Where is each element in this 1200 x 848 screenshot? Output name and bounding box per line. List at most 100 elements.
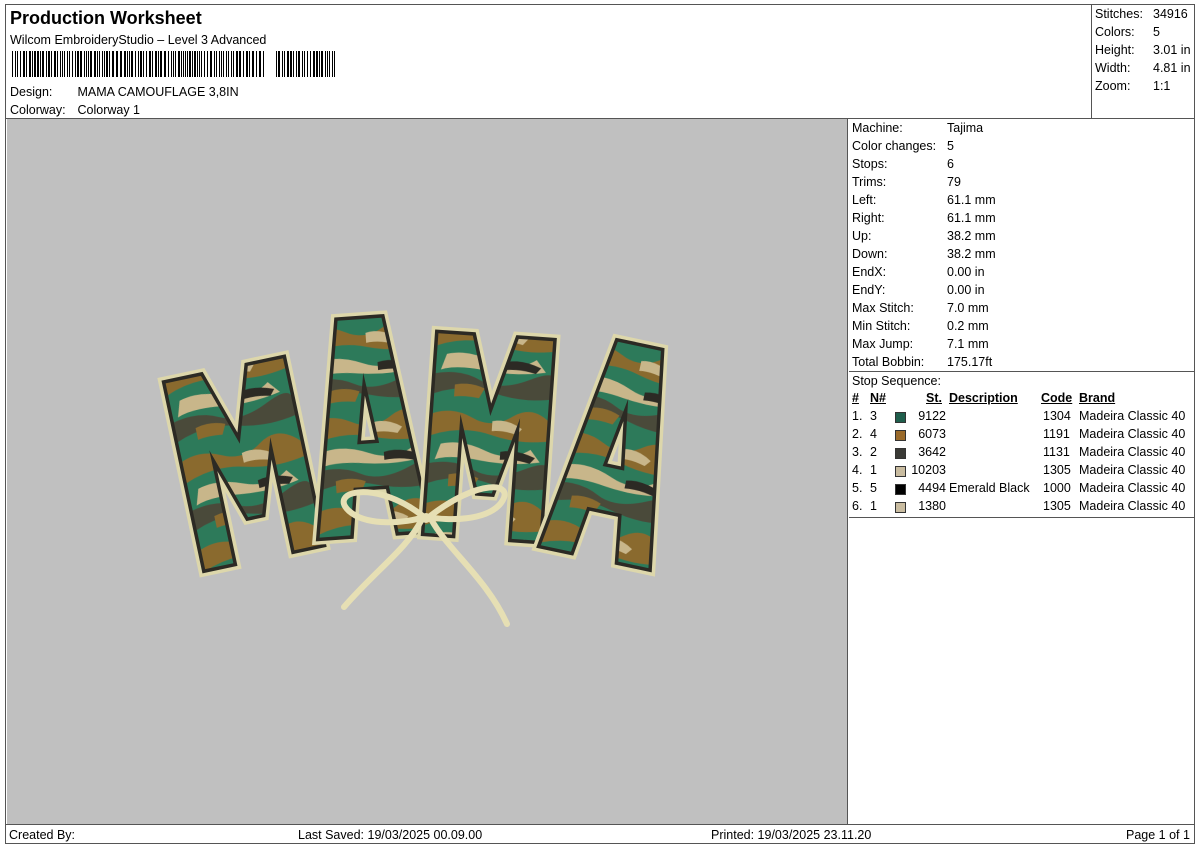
- property-label: Down:: [852, 247, 888, 261]
- barcode-bar: [168, 51, 169, 77]
- barcode-bar: [252, 51, 254, 77]
- stop-sequence-title: Stop Sequence:: [852, 374, 941, 388]
- barcode-bar: [334, 51, 335, 77]
- barcode-bar: [321, 51, 323, 77]
- footer: Created By: Last Saved: 19/03/2025 00.09…: [6, 824, 1194, 844]
- thread-code: 1305: [1043, 463, 1071, 477]
- barcode-bar: [175, 51, 176, 77]
- design-summary: Stitches: 34916 Colors: 5 Height: 3.01 in W…: [1092, 5, 1194, 118]
- stop-row: 1. 3 9122 1304 Madeira Classic 40: [849, 409, 1194, 427]
- col-header-stitches: St.: [926, 391, 942, 405]
- barcode-bar: [223, 51, 224, 77]
- property-row: Max Stitch: 7.0 mm: [852, 301, 989, 315]
- barcode-bar: [329, 51, 330, 77]
- barcode-bar: [75, 51, 76, 77]
- property-value: 38.2 mm: [947, 247, 996, 261]
- property-value: 61.1 mm: [947, 193, 996, 207]
- needle-number: 4: [870, 427, 877, 441]
- barcode-bar: [164, 51, 166, 77]
- property-value: 79: [947, 175, 961, 189]
- barcode-bar: [194, 51, 196, 77]
- stitch-count: 1380: [918, 499, 946, 513]
- barcode-bar: [57, 51, 58, 77]
- barcode-bar: [112, 51, 114, 77]
- barcode-bar: [319, 51, 320, 77]
- col-header-brand: Brand: [1079, 391, 1116, 405]
- width-row: Width: 4.81 in: [1095, 61, 1191, 75]
- thread-color-swatch: [895, 466, 906, 477]
- barcode-bar: [120, 51, 122, 77]
- property-value: Tajima: [947, 121, 984, 135]
- barcode-bar: [171, 51, 172, 77]
- property-row: EndY: 0.00 in: [852, 283, 985, 297]
- barcode-bar: [23, 51, 25, 77]
- barcode-bar: [199, 51, 200, 77]
- property-value: 7.1 mm: [947, 337, 989, 351]
- barcode-bar: [104, 51, 105, 77]
- thread-code: 1000: [1043, 481, 1071, 495]
- stop-row: 4. 1 10203 1305 Madeira Classic 40: [849, 463, 1194, 481]
- property-value: 5: [947, 139, 954, 153]
- thread-brand: Madeira Classic 40: [1079, 481, 1186, 495]
- col-header-code: Code: [1041, 391, 1073, 405]
- property-row: Down: 38.2 mm: [852, 247, 996, 261]
- thread-brand: Madeira Classic 40: [1079, 445, 1186, 459]
- mama-text-group: [157, 310, 669, 578]
- barcode-bar: [160, 51, 162, 77]
- colorway-value: Colorway 1: [77, 103, 141, 117]
- barcode-bar: [307, 51, 308, 77]
- stitches-value: 34916: [1153, 7, 1188, 21]
- stitches-label: Stitches:: [1095, 7, 1143, 21]
- zoom-value: 1:1: [1153, 79, 1171, 93]
- barcode-bar: [282, 51, 283, 77]
- property-row: Right: 61.1 mm: [852, 211, 996, 225]
- property-label: Trims:: [852, 175, 887, 189]
- barcode-bar: [102, 51, 103, 77]
- col-header-n: N#: [870, 391, 886, 405]
- barcode-bar: [146, 51, 147, 77]
- barcode-bar: [178, 51, 180, 77]
- stop-row: 2. 4 6073 1191 Madeira Classic 40: [849, 427, 1194, 445]
- stitch-count: 10203: [911, 463, 946, 477]
- barcode-bar: [158, 51, 159, 77]
- barcode: [12, 51, 335, 77]
- barcode-bar: [42, 51, 44, 77]
- barcode-bar: [187, 51, 188, 77]
- property-value: 0.2 mm: [947, 319, 989, 333]
- stop-index: 1.: [852, 409, 863, 423]
- thread-brand: Madeira Classic 40: [1079, 409, 1186, 423]
- barcode-bar: [80, 51, 82, 77]
- barcode-bar: [84, 51, 85, 77]
- property-value: 175.17ft: [947, 355, 993, 369]
- barcode-bar: [37, 51, 39, 77]
- barcode-bar: [155, 51, 157, 77]
- barcode-bar: [228, 51, 229, 77]
- property-value: 6: [947, 157, 954, 171]
- property-row: Machine: Tajima: [852, 121, 983, 135]
- needle-number: 3: [870, 409, 877, 423]
- barcode-bar: [51, 51, 52, 77]
- worksheet: Production Worksheet Wilcom EmbroiderySt…: [5, 4, 1195, 844]
- property-label: Max Stitch:: [852, 301, 914, 315]
- barcode-bar: [313, 51, 315, 77]
- colorway-row: Colorway: Colorway 1: [10, 103, 140, 117]
- barcode-bar: [298, 51, 300, 77]
- thread-brand: Madeira Classic 40: [1079, 499, 1186, 513]
- barcode-bar: [97, 51, 98, 77]
- page-number: Page 1 of 1: [1126, 828, 1190, 842]
- barcode-bar: [116, 51, 118, 77]
- barcode-bar: [106, 51, 108, 77]
- printed-date: Printed: 19/03/2025 23.11.20: [711, 828, 872, 842]
- zoom-label: Zoom:: [1095, 79, 1131, 93]
- height-label: Height:: [1095, 43, 1135, 57]
- barcode-bar: [109, 51, 110, 77]
- barcode-bar: [90, 51, 92, 77]
- stitches-row: Stitches: 34916: [1095, 7, 1188, 21]
- barcode-bar: [210, 51, 212, 77]
- barcode-bar: [129, 51, 130, 77]
- barcode-bar: [325, 51, 326, 77]
- barcode-bar: [152, 51, 153, 77]
- property-label: Color changes:: [852, 139, 937, 153]
- barcode-bar: [86, 51, 87, 77]
- property-row: Stops: 6: [852, 157, 954, 171]
